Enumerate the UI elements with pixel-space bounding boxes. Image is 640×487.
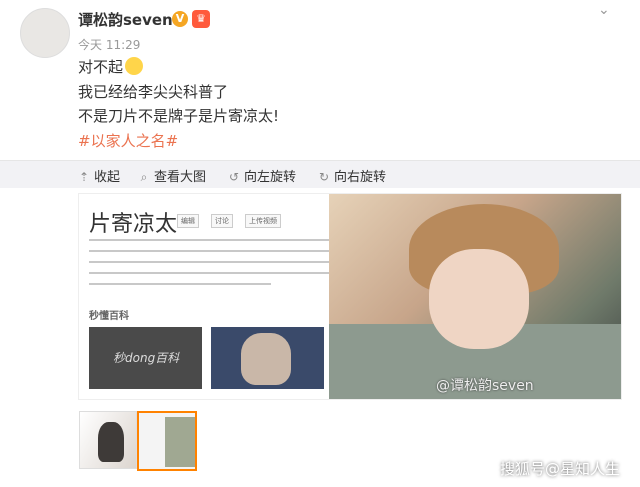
- view-large-button[interactable]: ⌕ 查看大图: [138, 166, 206, 185]
- post-line-3: 不是刀片不是牌子是片寄凉太!: [78, 107, 280, 125]
- main-image[interactable]: 片寄凉太 编辑 讨论 上传视频 秒懂百科 秒dong百科: [78, 193, 622, 400]
- post-line-2: 我已经给李尖尖科普了: [78, 83, 229, 101]
- rotate-left-label: 向左旋转: [244, 170, 297, 185]
- username[interactable]: 谭松韵seven: [78, 9, 173, 30]
- image-toolbar: ⇡ 收起 ⌕ 查看大图 ↺ 向左旋转 ↻ 向右旋转: [0, 160, 640, 188]
- thumbnail-1[interactable]: [79, 411, 137, 469]
- rotate-left-icon: ↺: [228, 170, 240, 184]
- rotate-right-button[interactable]: ↻ 向右旋转: [318, 166, 386, 185]
- image-portrait-photo: [329, 194, 621, 399]
- search-icon: ⌕: [140, 170, 148, 184]
- thumbnail-2-selected[interactable]: [137, 411, 197, 471]
- laugh-cry-emoji-icon: [125, 57, 144, 75]
- post-timestamp[interactable]: 今天 11:29: [78, 36, 140, 53]
- rotate-left-button[interactable]: ↺ 向左旋转: [228, 166, 296, 185]
- post-line-1-text: 对不起: [78, 58, 124, 76]
- image-baike-title: 片寄凉太: [89, 212, 178, 237]
- view-large-label: 查看大图: [154, 170, 207, 185]
- rotate-right-label: 向右旋转: [334, 170, 387, 185]
- image-edit-button: 编辑: [177, 214, 199, 228]
- post-line-1: 对不起: [78, 56, 144, 77]
- image-watermark: @谭松韵seven: [436, 378, 534, 394]
- source-watermark: 搜狐号@星知人生: [500, 460, 621, 478]
- avatar[interactable]: [20, 8, 70, 58]
- crown-badge-icon: ♛: [192, 10, 210, 28]
- hashtag-link[interactable]: #以家人之名#: [78, 130, 178, 151]
- image-baike-buttons: 编辑 讨论 上传视频: [177, 214, 297, 228]
- collapse-label: 收起: [94, 170, 121, 185]
- collapse-button[interactable]: ⇡ 收起: [78, 166, 120, 185]
- chevron-down-icon[interactable]: ⌄: [598, 2, 610, 18]
- image-video-card-2: [211, 327, 324, 389]
- image-video-card-text: 秒dong百科: [113, 351, 180, 365]
- collapse-icon: ⇡: [78, 170, 90, 184]
- rotate-right-icon: ↻: [318, 170, 330, 184]
- image-body-text: [89, 239, 349, 299]
- image-video-card-1: 秒dong百科: [89, 327, 202, 389]
- image-upload-video-button: 上传视频: [245, 214, 281, 228]
- image-baike-logo: 秒懂百科: [89, 311, 129, 322]
- image-discuss-button: 讨论: [211, 214, 233, 228]
- weibo-post: 谭松韵seven V ♛ ⌄ 今天 11:29 对不起 我已经给李尖尖科普了 不…: [0, 0, 640, 160]
- verified-badge-icon: V: [172, 11, 188, 27]
